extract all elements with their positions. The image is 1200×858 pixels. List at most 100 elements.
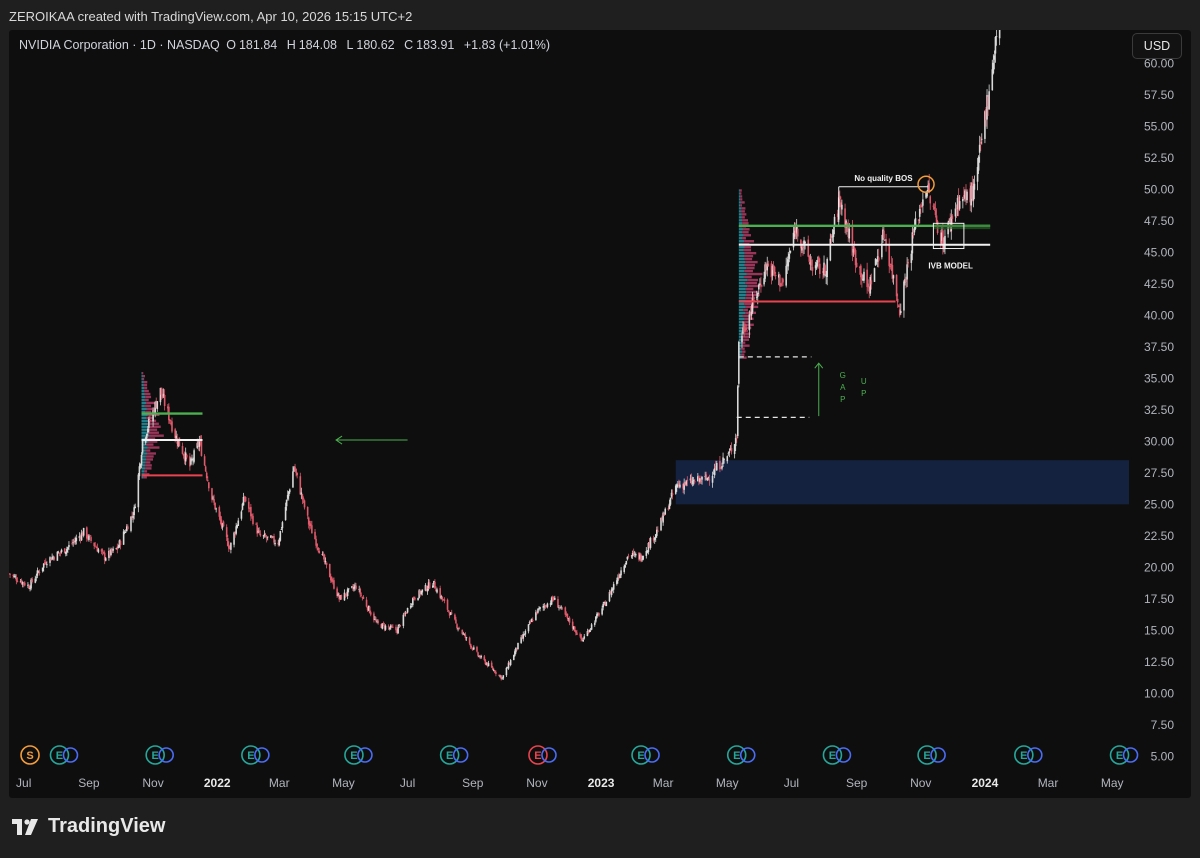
candle-body bbox=[685, 480, 688, 485]
candle-body bbox=[634, 554, 637, 556]
candle-body bbox=[89, 535, 91, 537]
candle-body bbox=[932, 205, 935, 207]
vp-row-down bbox=[146, 407, 154, 411]
event-badge-E[interactable]: E bbox=[917, 745, 946, 765]
vp-row-down bbox=[144, 404, 151, 408]
vp-row-down bbox=[744, 254, 754, 258]
candle-body bbox=[832, 230, 835, 238]
candle-body bbox=[204, 466, 207, 472]
candle-body bbox=[23, 582, 26, 586]
event-badge-E[interactable]: E bbox=[439, 745, 469, 765]
candle-body bbox=[906, 264, 908, 280]
event-badge-E[interactable]: E bbox=[241, 745, 270, 765]
y-tick-label: 32.50 bbox=[1144, 403, 1174, 417]
y-tick-label: 40.00 bbox=[1144, 308, 1174, 322]
y-tick-label: 45.00 bbox=[1144, 245, 1174, 259]
ohlc-close: C 183.91 bbox=[404, 38, 455, 52]
candle-body bbox=[323, 554, 326, 563]
y-tick-label: 25.00 bbox=[1144, 497, 1174, 511]
fvg-zone bbox=[675, 460, 1129, 505]
candle-body bbox=[90, 537, 92, 541]
event-badge-E[interactable]: E bbox=[631, 745, 660, 765]
candle-body bbox=[819, 263, 821, 274]
event-badge-E[interactable]: E bbox=[528, 745, 557, 765]
candle-body bbox=[402, 614, 405, 626]
candle-body bbox=[620, 570, 622, 576]
candle-body bbox=[476, 647, 478, 652]
candle-body bbox=[285, 499, 288, 507]
event-badge-E[interactable]: E bbox=[49, 745, 79, 765]
event-badge-E[interactable]: E bbox=[344, 745, 373, 765]
vp-row-up bbox=[738, 263, 745, 267]
vp-row-down bbox=[745, 281, 757, 285]
candle-body bbox=[544, 605, 547, 607]
candle-body bbox=[41, 567, 44, 572]
candle-body bbox=[225, 527, 228, 538]
candle-body bbox=[443, 599, 446, 601]
vp-row-down bbox=[744, 251, 757, 255]
candle-body bbox=[708, 479, 711, 481]
candle-body bbox=[16, 580, 19, 582]
candle-body bbox=[914, 218, 917, 229]
candle-body bbox=[212, 497, 214, 499]
candle-body bbox=[38, 571, 41, 573]
candle-body bbox=[588, 630, 591, 633]
gap-letter: G bbox=[840, 371, 846, 380]
candle-body bbox=[626, 556, 629, 560]
candle-body bbox=[741, 335, 743, 343]
vp-row-up bbox=[738, 198, 741, 201]
ohlc-high: H 184.08 bbox=[286, 38, 337, 52]
candle-body bbox=[127, 526, 129, 530]
vp-row-down bbox=[743, 248, 752, 252]
vp-row-up bbox=[738, 246, 745, 249]
event-badge-S[interactable]: S bbox=[20, 745, 40, 765]
y-tick-label: 50.00 bbox=[1144, 182, 1174, 196]
event-letter: E bbox=[1116, 750, 1123, 762]
price-chart[interactable]: No quality BOSIVB MODELGAPUP5.007.5010.0… bbox=[9, 30, 1191, 798]
ivb-label: IVB MODEL bbox=[928, 262, 973, 271]
candle-body bbox=[523, 634, 526, 636]
candle-body bbox=[590, 624, 593, 630]
vp-row-down bbox=[743, 308, 748, 312]
candle-body bbox=[446, 599, 449, 610]
event-badge-E[interactable]: E bbox=[1014, 745, 1043, 765]
candle-body bbox=[82, 527, 85, 536]
candle-body bbox=[912, 234, 915, 236]
tradingview-logo[interactable]: TradingView bbox=[12, 815, 165, 838]
x-tick-label: Mar bbox=[1038, 776, 1059, 790]
event-badge-E[interactable]: E bbox=[726, 745, 756, 765]
currency-button[interactable]: USD bbox=[1132, 33, 1182, 59]
y-tick-label: 17.50 bbox=[1144, 592, 1174, 606]
candle-body bbox=[841, 204, 843, 210]
candle-body bbox=[377, 620, 379, 624]
candle-body bbox=[889, 266, 892, 268]
candle-body bbox=[826, 258, 828, 278]
vp-row-down bbox=[143, 380, 148, 384]
vp-row-up bbox=[738, 317, 745, 321]
candle-body bbox=[112, 548, 114, 551]
candle-body bbox=[483, 656, 486, 661]
event-badge-E[interactable]: E bbox=[822, 745, 852, 765]
candle-body bbox=[736, 386, 739, 436]
candle-body bbox=[561, 607, 563, 609]
vp-row-up bbox=[141, 389, 145, 393]
candle-body bbox=[271, 537, 273, 539]
chart-frame[interactable]: No quality BOS IVB MODEL G A P U P 5.00 7.50 10.0… bbox=[9, 30, 1191, 798]
attribution-text: ZEROIKAA created with TradingView.com, A… bbox=[9, 9, 413, 24]
x-axis: Jul Sep Nov 2022 Mar May Jul Sep Nov 2023 Mar May Ju… bbox=[16, 776, 1123, 790]
candle-body bbox=[517, 642, 519, 650]
candle-body bbox=[325, 562, 328, 565]
vp-row-up bbox=[738, 278, 748, 282]
candle-body bbox=[756, 292, 759, 297]
vp-row-down bbox=[148, 428, 158, 431]
event-badge-E[interactable]: E bbox=[145, 745, 174, 765]
candle-body bbox=[137, 474, 140, 508]
candle-body bbox=[810, 260, 813, 266]
vp-row-up bbox=[738, 290, 747, 294]
x-tick-label: 2023 bbox=[588, 776, 615, 790]
candle-body bbox=[539, 607, 541, 609]
event-badge-E[interactable]: E bbox=[1109, 745, 1139, 765]
candle-body bbox=[657, 530, 659, 532]
candle-body bbox=[185, 454, 188, 458]
vp-row-up bbox=[141, 425, 149, 428]
